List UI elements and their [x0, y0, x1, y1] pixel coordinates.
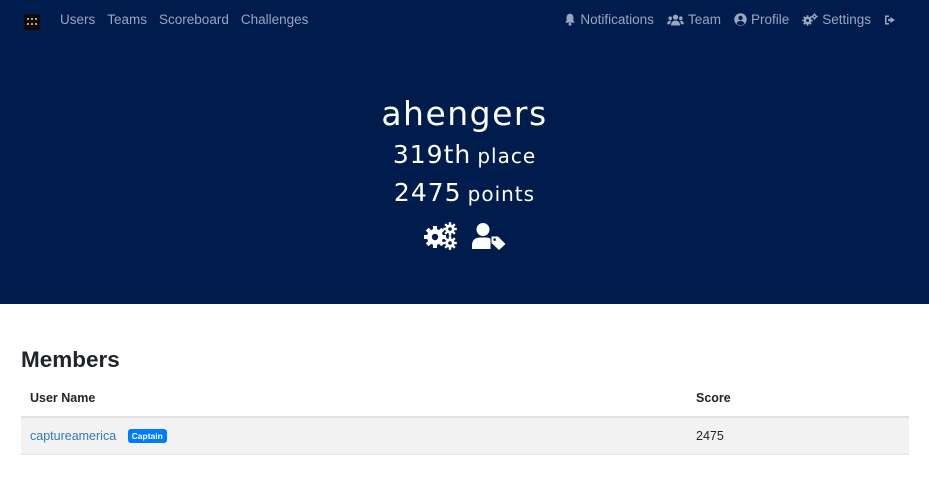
place-word: place	[477, 144, 537, 168]
navbar: Users Teams Scoreboard Challenges Notifi…	[0, 0, 929, 42]
nav-logout-link[interactable]	[884, 14, 901, 26]
table-row: captureamerica Captain 2475	[21, 418, 909, 455]
nav-teams-link[interactable]: Teams	[107, 12, 147, 27]
members-table: User Name Score captureamerica Captain 2…	[21, 380, 909, 455]
nav-team-label: Team	[687, 12, 721, 27]
sign-out-icon	[884, 14, 897, 26]
points-word: points	[467, 182, 536, 206]
team-settings-cogs-icon[interactable]	[423, 222, 458, 255]
user-circle-icon	[734, 13, 747, 26]
points-number: 2475	[393, 178, 462, 207]
team-points: 2475 points	[0, 178, 929, 207]
ctf-logo[interactable]	[24, 14, 40, 30]
members-title: Members	[21, 347, 120, 372]
team-name: ahengers	[381, 94, 548, 133]
column-header-score: Score	[696, 391, 731, 405]
nav-settings-link[interactable]: Settings	[802, 12, 871, 27]
user-tag-icon[interactable]	[471, 222, 506, 255]
member-name-cell: captureamerica Captain	[30, 429, 167, 443]
nav-left: Users Teams Scoreboard Challenges	[60, 12, 320, 27]
nav-profile-label: Profile	[750, 12, 790, 27]
table-header: User Name Score	[21, 380, 909, 418]
nav-scoreboard-link[interactable]: Scoreboard	[159, 12, 229, 27]
member-name-link[interactable]: captureamerica	[30, 429, 116, 443]
nav-users-link[interactable]: Users	[60, 12, 95, 27]
team-action-icons	[0, 222, 929, 255]
nav-team-link[interactable]: Team	[667, 12, 721, 27]
nav-notifications-label: Notifications	[580, 12, 654, 27]
column-header-user-name: User Name	[30, 391, 96, 405]
captain-badge: Captain	[127, 429, 167, 443]
nav-right: Notifications Team Profile Settings	[551, 12, 901, 27]
nav-notifications-link[interactable]: Notifications	[564, 12, 654, 27]
nav-settings-label: Settings	[822, 12, 871, 27]
bell-icon	[564, 13, 576, 26]
team-header: ahengers 319th place 2475 points	[0, 42, 929, 304]
cogs-icon	[802, 13, 819, 26]
nav-challenges-link[interactable]: Challenges	[241, 12, 309, 27]
place-number: 319th	[392, 140, 472, 169]
users-icon	[667, 14, 684, 26]
team-place: 319th place	[0, 140, 929, 169]
member-score-cell: 2475	[696, 429, 724, 443]
nav-profile-link[interactable]: Profile	[734, 12, 789, 27]
